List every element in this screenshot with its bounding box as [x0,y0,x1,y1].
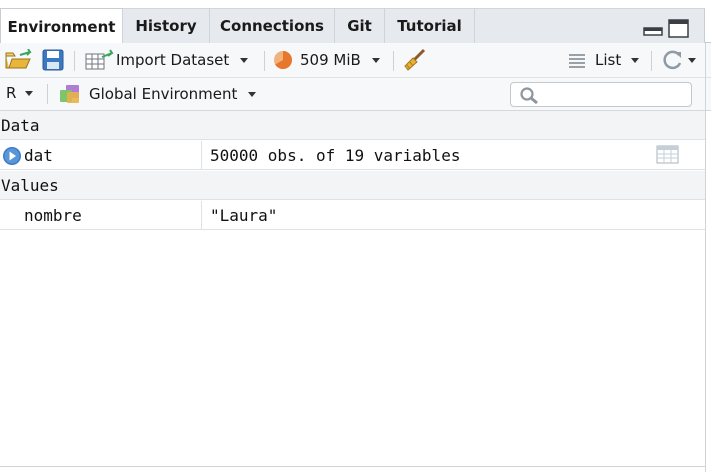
values-section-header: Values [0,171,705,200]
chevron-down-icon [371,57,380,63]
section-title: Data [1,115,40,135]
environment-toolbar: Import Dataset 509 MiB List [0,43,711,78]
toolbar-separator [264,51,265,71]
search-icon [520,87,538,104]
chevron-down-icon [240,57,249,63]
variable-name: nombre [24,205,82,225]
environment-selector[interactable]: Global Environment [58,83,257,105]
toolbar-separator [651,51,652,71]
section-title: Values [1,175,59,195]
load-workspace-button[interactable] [4,49,34,71]
environment-search-input[interactable] [510,82,692,107]
toolbar-separator [393,51,394,71]
language-selector[interactable]: R [6,84,34,102]
table-row[interactable]: dat 50000 obs. of 19 variables [0,141,705,170]
tab-label: History [135,16,197,35]
environment-label: Global Environment [89,85,238,103]
minimize-icon[interactable] [643,19,663,37]
refresh-button[interactable] [661,49,696,71]
tab-label: Git [347,16,372,35]
chevron-down-icon [688,57,696,63]
tab-history[interactable]: History [123,8,210,43]
toolbar-separator [74,51,75,71]
clear-workspace-button[interactable] [402,48,428,72]
import-dataset-icon [85,49,114,70]
table-row[interactable]: nombre "Laura" [0,201,705,230]
open-folder-icon [5,49,32,69]
pane-border [0,466,705,467]
tab-git[interactable]: Git [335,8,385,43]
refresh-icon [663,50,682,70]
expand-arrow-icon[interactable] [2,146,22,166]
chevron-down-icon [631,57,640,63]
maximize-icon[interactable] [668,19,690,39]
tab-tutorial[interactable]: Tutorial [385,8,475,43]
memory-usage-button[interactable]: 509 MiB [273,50,380,70]
variable-value: "Laura" [210,205,278,225]
tab-label: Environment [7,17,116,36]
language-label: R [6,84,17,102]
pane-border [705,43,706,472]
list-icon [569,54,585,68]
chevron-down-icon [248,91,257,97]
import-dataset-button[interactable]: Import Dataset [84,49,249,71]
column-divider [201,201,202,229]
data-section-header: Data [0,111,705,140]
tab-label: Tutorial [397,16,462,35]
memory-pie-icon [274,51,292,69]
variable-value: 50000 obs. of 19 variables [210,145,461,165]
chevron-down-icon [25,90,34,96]
tab-connections[interactable]: Connections [210,8,335,43]
column-divider [201,141,202,169]
pane-tab-bar: Environment History Connections Git Tuto… [0,0,711,44]
tab-label: Connections [220,16,324,35]
tab-environment[interactable]: Environment [0,8,123,44]
save-workspace-button[interactable] [42,49,64,71]
variable-name: dat [24,145,53,165]
import-dataset-label: Import Dataset [116,51,230,69]
view-mode-button[interactable]: List [568,50,640,70]
data-viewer-icon[interactable] [656,145,679,165]
view-mode-label: List [595,51,622,69]
save-icon [42,49,64,71]
environment-cubes-icon [60,85,79,103]
toolbar-separator [47,84,48,104]
broom-icon [404,48,426,71]
memory-usage-label: 509 MiB [300,51,361,69]
